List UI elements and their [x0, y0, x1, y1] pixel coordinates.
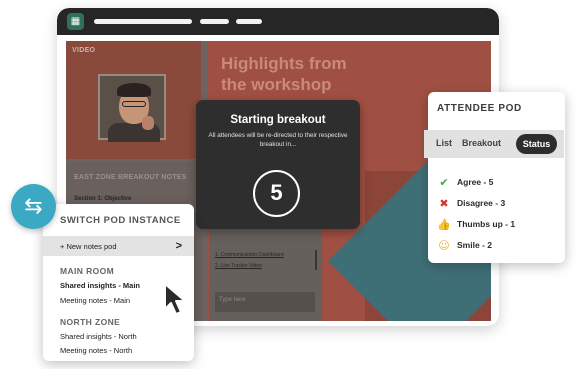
notes-section: Section 1: Objective [74, 196, 132, 202]
new-notes-pod-label: + New notes pod [60, 242, 117, 251]
tab-list[interactable]: List [436, 138, 452, 148]
menu-item-shared-insights-main[interactable]: Shared insights - Main [60, 281, 140, 290]
attendee-pod-title: ATTENDEE POD [437, 103, 522, 114]
status-label: Agree - 5 [457, 177, 494, 187]
app-grid-icon[interactable]: ▦ [67, 13, 84, 30]
video-feed [98, 74, 166, 142]
attendee-tabs: List Breakout Status [424, 130, 564, 158]
group-north-zone: NORTH ZONE [60, 317, 121, 327]
browser-toolbar: ▦ [57, 8, 499, 35]
status-thumbs-up[interactable]: 👍 Thumbs up - 1 [436, 217, 515, 231]
attendee-pod: ATTENDEE POD List Breakout Status ✔ Agre… [424, 92, 565, 263]
status-agree[interactable]: ✔ Agree - 5 [436, 175, 493, 189]
video-person-glasses [122, 101, 146, 107]
new-notes-pod-item[interactable]: + New notes pod > [43, 236, 194, 256]
menu-item-meeting-notes-north[interactable]: Meeting notes - North [60, 346, 132, 355]
status-label: Thumbs up - 1 [457, 219, 516, 229]
status-smile[interactable]: ☺ Smile - 2 [436, 238, 492, 252]
slide-title: Highlights from the workshop [221, 54, 347, 94]
status-disagree[interactable]: ✖ Disagree - 3 [436, 196, 505, 210]
notes-pod-title: EAST ZONE BREAKOUT NOTES [74, 174, 187, 181]
weblinks-scrollbar[interactable] [315, 250, 317, 270]
address-bar-placeholder [94, 19, 192, 24]
countdown-timer: 5 [253, 170, 300, 217]
video-person-hand [142, 116, 154, 130]
swap-arrows-icon[interactable]: ⇆ [11, 184, 56, 229]
thumbs-up-icon: 👍 [437, 217, 451, 231]
status-label: Disagree - 3 [457, 198, 506, 208]
status-label: Smile - 2 [457, 240, 492, 250]
video-pod: VIDEO [66, 41, 201, 159]
tab-breakout[interactable]: Breakout [462, 138, 501, 148]
switch-pod-title: SWITCH POD INSTANCE [60, 215, 181, 226]
starting-breakout-dialog: Starting breakout All attendees will be … [196, 100, 360, 229]
breakout-message: All attendees will be re-directed to the… [208, 132, 348, 148]
menu-item-shared-insights-north[interactable]: Shared insights - North [60, 332, 137, 341]
cross-icon: ✖ [439, 196, 449, 210]
weblink-item[interactable]: 2. Live Tracker Video [215, 263, 262, 269]
stage: ▦ VIDEO EAST ZONE BREAKOUT NOTES Section… [0, 0, 577, 369]
mouse-pointer-icon [164, 283, 186, 315]
group-main-room: MAIN ROOM [60, 266, 115, 276]
weblink-item[interactable]: 1. Communications Dashboard [215, 252, 284, 258]
chevron-right-icon: > [175, 240, 182, 252]
weblinks-input[interactable]: Type here [215, 292, 315, 312]
toolbar-pill [200, 19, 229, 24]
check-icon: ✔ [439, 175, 449, 189]
weblinks-pod: WEB LINKS 1. Communications Dashboard 2.… [209, 216, 322, 321]
video-pod-title: VIDEO [72, 47, 96, 54]
breakout-title: Starting breakout [230, 114, 326, 126]
video-person-hair [117, 83, 151, 97]
smile-icon: ☺ [438, 238, 450, 252]
toolbar-pill [236, 19, 262, 24]
tab-status[interactable]: Status [516, 134, 557, 154]
menu-item-meeting-notes-main[interactable]: Meeting notes - Main [60, 296, 130, 305]
